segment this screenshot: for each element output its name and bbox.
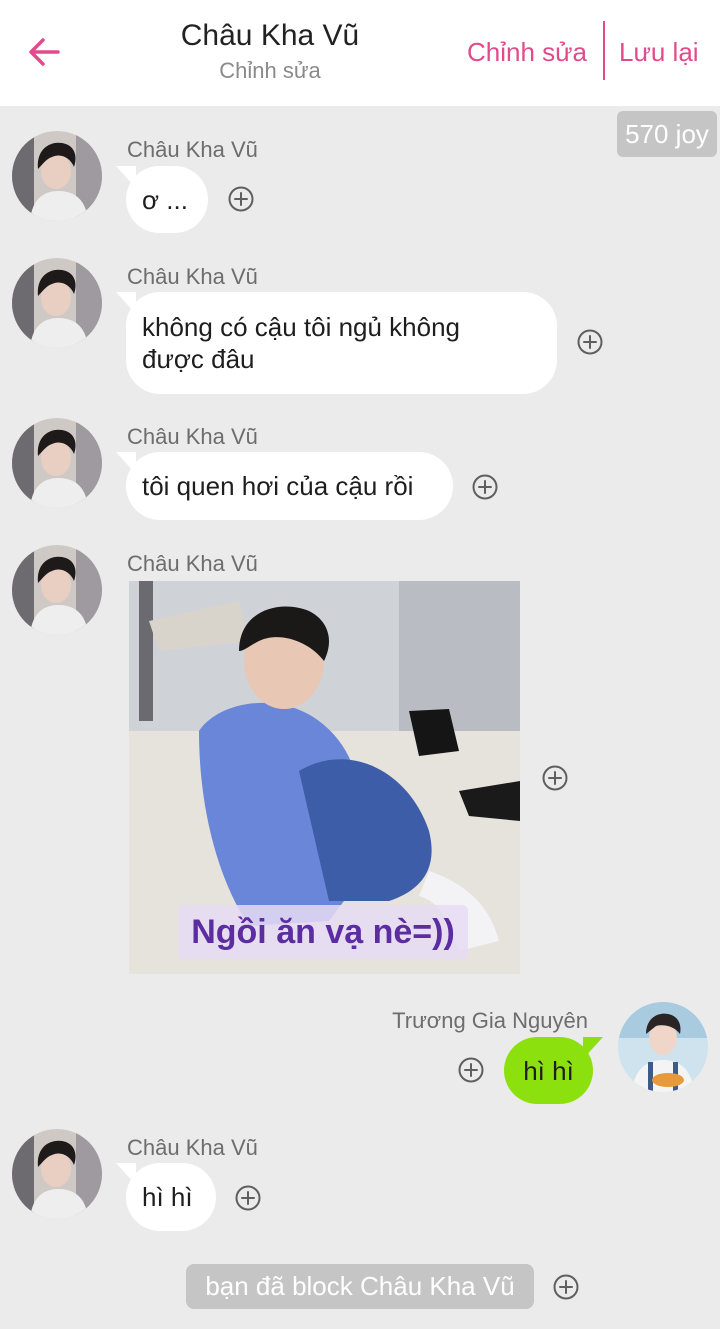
message-bubble[interactable]: hì hì	[504, 1037, 603, 1104]
sender-name: Châu Kha Vũ	[127, 424, 258, 449]
add-reaction-button[interactable]	[472, 474, 498, 500]
image-caption: Ngồi ăn vạ nè=))	[178, 905, 468, 959]
save-button[interactable]: Lưu lại	[619, 36, 699, 68]
message-text: ơ ...	[142, 184, 188, 215]
add-reaction-button[interactable]	[542, 765, 568, 791]
message-text-line: được đâu	[142, 344, 255, 374]
message-image[interactable]: Ngồi ăn vạ nè=))	[129, 581, 520, 974]
message-text-line: không có cậu tôi ngủ không	[142, 312, 461, 342]
add-reaction-button[interactable]	[228, 186, 254, 212]
message-text: tôi quen hơi của cậu rồi	[142, 471, 414, 501]
plus-circle-icon	[458, 1057, 484, 1083]
back-button[interactable]	[22, 30, 66, 74]
back-arrow-icon	[29, 38, 60, 66]
sender-name: Châu Kha Vũ	[127, 264, 258, 289]
sender-name: Trương Gia Nguyên	[392, 1008, 588, 1033]
sender-name: Châu Kha Vũ	[127, 551, 258, 576]
avatar[interactable]	[12, 1129, 102, 1219]
add-reaction-button[interactable]	[458, 1057, 484, 1083]
avatar[interactable]	[12, 418, 102, 508]
page-title: Châu Kha Vũ	[180, 19, 360, 52]
sender-name: Châu Kha Vũ	[127, 137, 258, 162]
plus-circle-icon	[235, 1185, 261, 1211]
add-reaction-button[interactable]	[235, 1185, 261, 1211]
edit-button[interactable]: Chỉnh sửa	[467, 36, 587, 68]
message-bubble[interactable]: ơ ...	[116, 166, 208, 233]
avatar[interactable]	[12, 131, 102, 221]
plus-circle-icon	[577, 329, 603, 355]
plus-circle-icon	[553, 1274, 579, 1300]
plus-circle-icon	[542, 765, 568, 791]
add-reaction-button[interactable]	[553, 1274, 579, 1300]
plus-circle-icon	[228, 186, 254, 212]
avatar[interactable]	[618, 1002, 708, 1092]
joy-badge: 570 joy	[617, 111, 717, 157]
header-bar: Châu Kha Vũ Chỉnh sửa Chỉnh sửa Lưu lại	[0, 0, 720, 106]
message-bubble[interactable]: hì hì	[116, 1163, 216, 1231]
sender-name: Châu Kha Vũ	[127, 1135, 258, 1160]
message-bubble[interactable]: không có cậu tôi ngủ không được đâu	[116, 292, 557, 394]
header-divider	[603, 21, 605, 80]
message-text: hì hì	[523, 1055, 574, 1086]
avatar[interactable]	[12, 545, 102, 635]
add-reaction-button[interactable]	[577, 329, 603, 355]
message-bubble[interactable]: tôi quen hơi của cậu rồi	[116, 452, 453, 520]
plus-circle-icon	[472, 474, 498, 500]
avatar[interactable]	[12, 258, 102, 348]
page-subtitle: Chỉnh sửa	[219, 58, 321, 83]
message-text: hì hì	[142, 1182, 193, 1212]
title-block: Châu Kha Vũ Chỉnh sửa	[140, 18, 400, 84]
system-message: bạn đã block Châu Kha Vũ	[186, 1264, 534, 1309]
